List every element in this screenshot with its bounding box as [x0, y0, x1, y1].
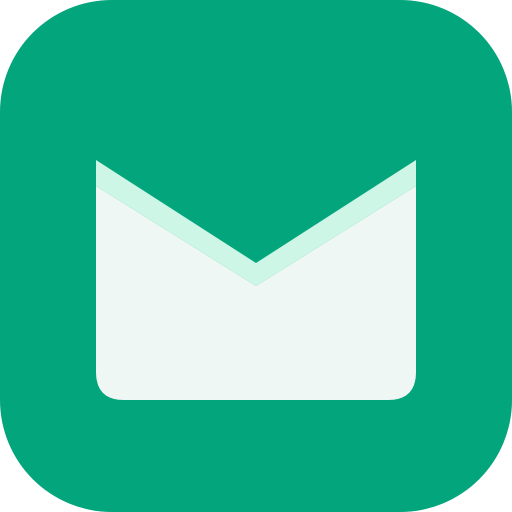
mail-app-icon[interactable]	[0, 0, 512, 512]
mail-icon	[0, 0, 512, 512]
icon-tile-background	[0, 0, 512, 512]
